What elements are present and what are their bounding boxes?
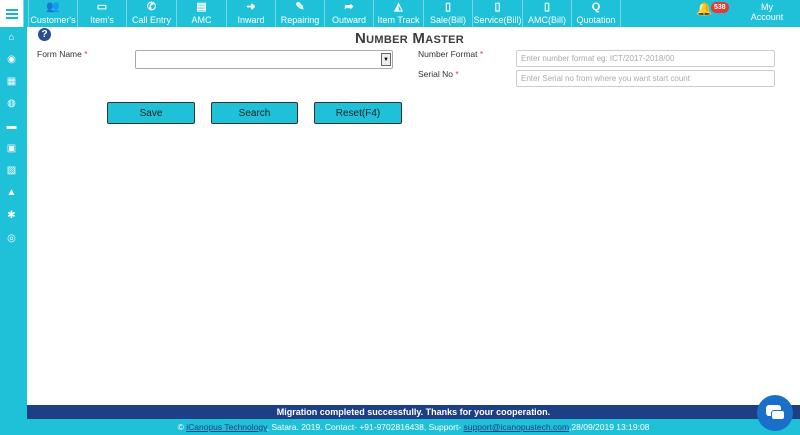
nav-outward[interactable]: ➦ Outward xyxy=(324,0,373,27)
nav-items[interactable]: ▭ Item's xyxy=(77,0,126,27)
company-link[interactable]: iCanopus Technology xyxy=(186,422,267,432)
serial-no-input[interactable] xyxy=(516,70,775,87)
page-title: Number Master xyxy=(355,30,465,47)
top-navigation-bar: 👥 Customer's ▭ Item's ✆ Call Entry ▤ AMC… xyxy=(0,0,800,27)
main-content: ? Number Master Form Name * ▼ Number For… xyxy=(27,27,800,405)
save-button[interactable]: Save xyxy=(107,102,195,124)
chat-icon[interactable] xyxy=(757,395,793,431)
wrench-icon: ✎ xyxy=(295,1,305,13)
life-ring-icon[interactable]: ◎ xyxy=(4,232,19,246)
reset-button[interactable]: Reset(F4) xyxy=(314,102,402,124)
globe-icon[interactable]: ◉ xyxy=(4,53,19,67)
nav-amc[interactable]: ▤ AMC xyxy=(176,0,226,27)
home-icon[interactable]: ⌂ xyxy=(4,31,19,45)
nav-repairing[interactable]: ✎ Repairing xyxy=(275,0,324,27)
sign-in-icon: ➜ xyxy=(246,1,256,13)
number-format-input[interactable] xyxy=(516,50,775,67)
nav-amc-bill[interactable]: ▯ AMC(Bill) xyxy=(522,0,571,27)
search-button[interactable]: Search xyxy=(211,102,298,124)
status-banner: Migration completed successfully. Thanks… xyxy=(27,405,800,419)
nav-service-bill[interactable]: ▯ Service(Bill) xyxy=(472,0,522,27)
form-name-select[interactable]: ▼ xyxy=(135,50,393,69)
bill-icon: ▯ xyxy=(444,1,452,13)
nav-customers[interactable]: 👥 Customer's xyxy=(28,0,77,27)
chart-icon[interactable]: ▲ xyxy=(4,186,19,200)
bill-icon: ▯ xyxy=(543,1,551,13)
sidebar: ⌂ ◉ ▦ ◍ ▬ ▣ ▨ ▲ ✱ ◎ xyxy=(0,27,24,435)
notification-badge: 538 xyxy=(711,2,729,13)
support-email-link[interactable]: support@icanopustech.com xyxy=(464,422,570,432)
bill-icon: ▯ xyxy=(494,1,501,13)
globe-alt-icon[interactable]: ◍ xyxy=(4,97,19,111)
chevron-down-icon[interactable]: ▼ xyxy=(381,53,391,66)
my-account-link[interactable]: My Account xyxy=(742,2,792,22)
nav-call-entry[interactable]: ✆ Call Entry xyxy=(126,0,176,27)
bell-icon[interactable]: 🔔 xyxy=(696,1,712,17)
phone-icon: ✆ xyxy=(146,1,157,13)
footer: © iCanopus Technology, Satara. 2019. Con… xyxy=(27,419,800,435)
help-icon[interactable]: ? xyxy=(38,28,51,41)
number-format-label: Number Format * xyxy=(418,49,484,59)
gear-icon[interactable]: ✱ xyxy=(4,209,19,223)
customers-icon: 👥 xyxy=(46,1,60,13)
share-icon: ➦ xyxy=(344,1,354,13)
q-icon: Q xyxy=(591,1,601,13)
form-name-label: Form Name * xyxy=(37,49,88,59)
store-icon[interactable]: ▣ xyxy=(4,142,19,156)
nav-sale-bill[interactable]: ▯ Sale(Bill) xyxy=(423,0,472,27)
menu-toggle-button[interactable] xyxy=(0,0,24,27)
book-icon[interactable]: ▬ xyxy=(4,120,19,134)
serial-no-label: Serial No * xyxy=(418,69,459,79)
image-icon[interactable]: ▨ xyxy=(4,164,19,178)
nav-quotation[interactable]: Q Quotation xyxy=(571,0,621,27)
area-chart-icon: ◭ xyxy=(394,1,403,13)
nav-item-track[interactable]: ◭ Item Track xyxy=(373,0,423,27)
grid-icon[interactable]: ▦ xyxy=(4,75,19,89)
nav-inward[interactable]: ➜ Inward xyxy=(226,0,275,27)
document-icon: ▤ xyxy=(196,1,207,13)
laptop-icon: ▭ xyxy=(96,1,108,13)
